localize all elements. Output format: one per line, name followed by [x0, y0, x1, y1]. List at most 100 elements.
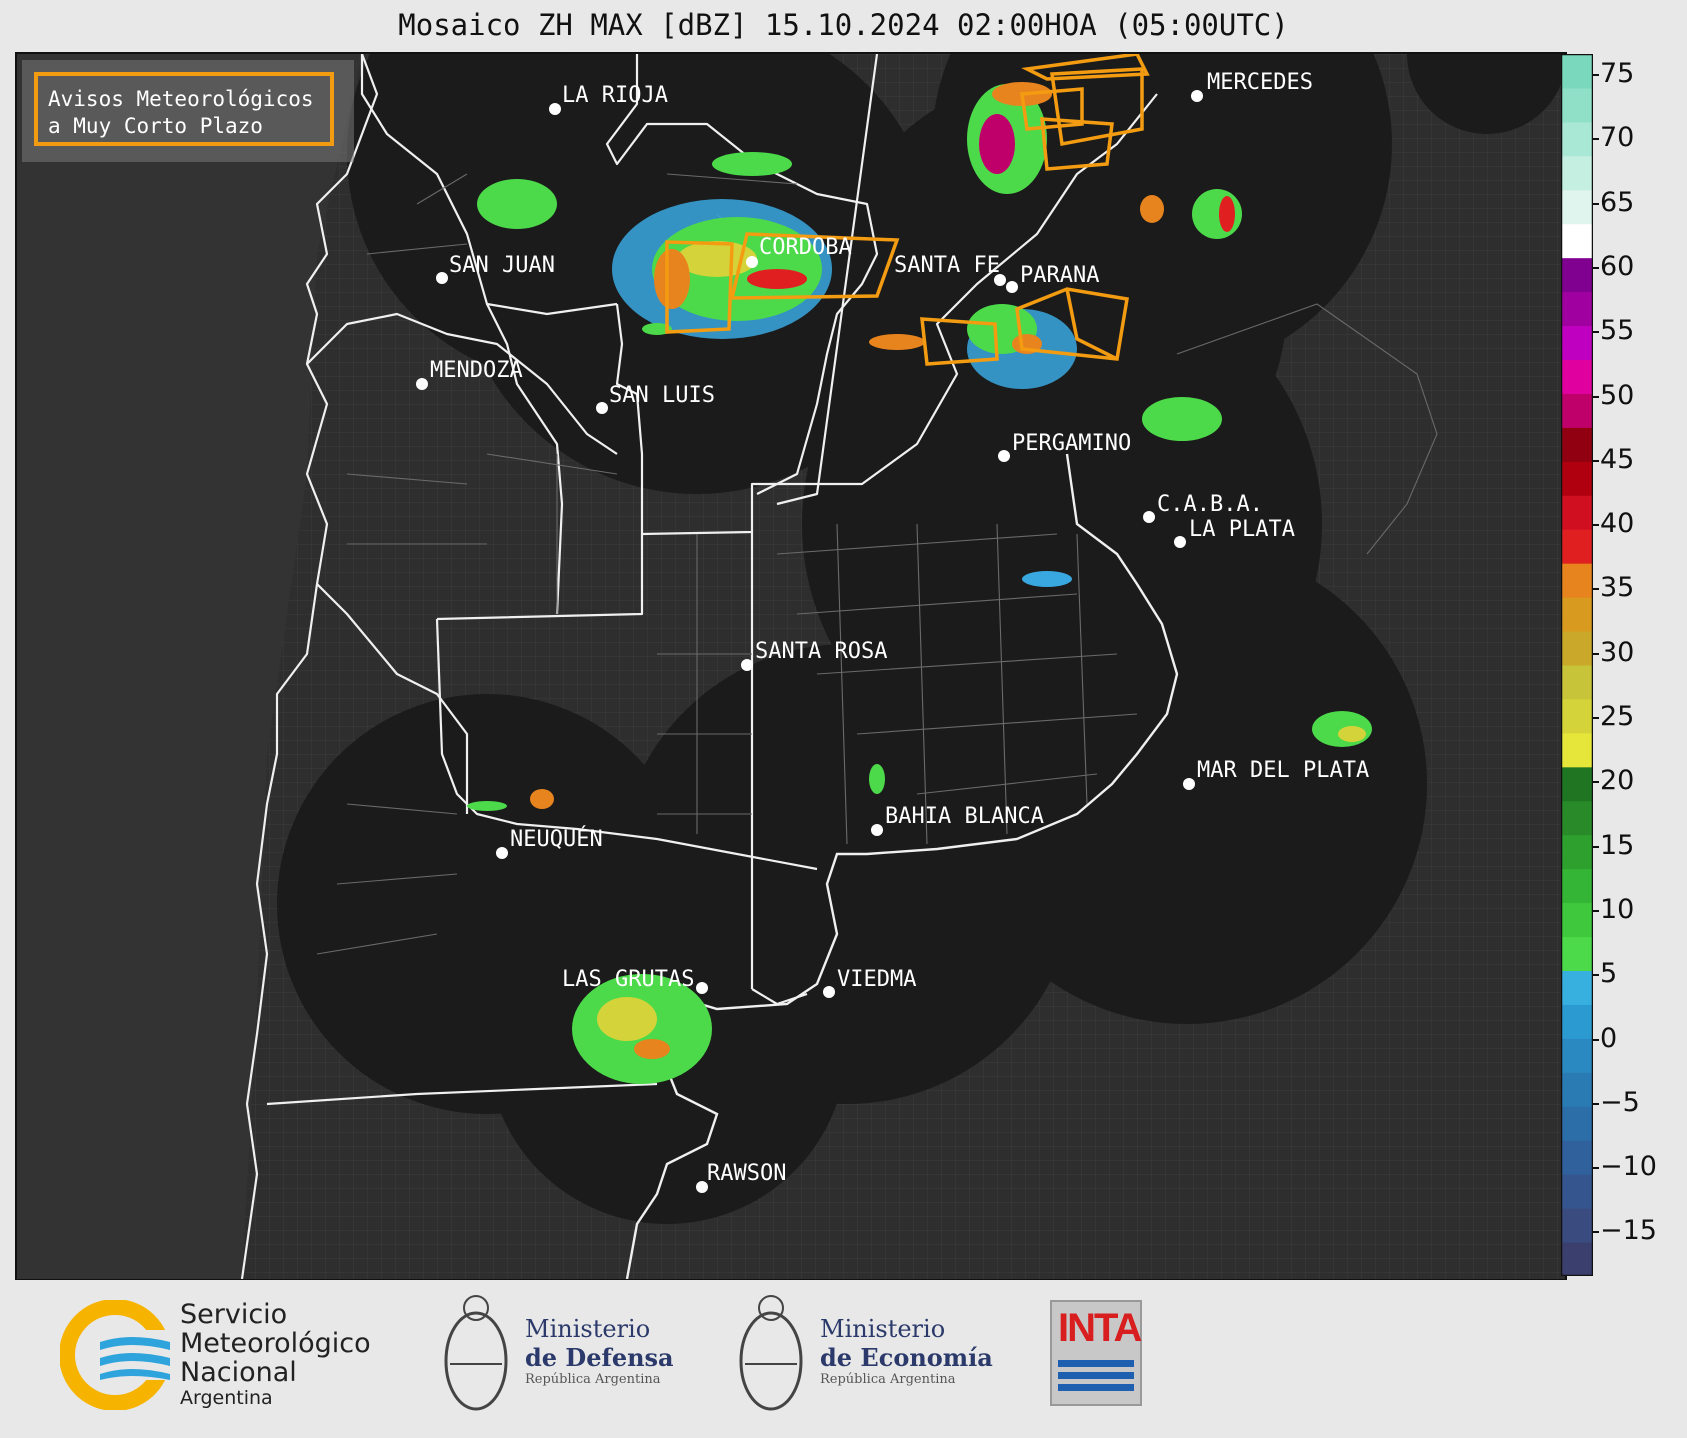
colorbar-band [1561, 223, 1593, 259]
colorbar-tick-mark [1593, 1231, 1599, 1234]
colorbar-tick-mark [1593, 524, 1599, 527]
colorbar-band [1561, 495, 1593, 530]
smn-name-line-4: Argentina [180, 1387, 273, 1409]
smn-logo-icon [60, 1300, 170, 1410]
city-label-mar-del-plata: MAR DEL PLATA [1197, 758, 1369, 783]
colorbar-tick-label: 30 [1600, 636, 1635, 668]
coat-of-arms-icon [739, 1295, 803, 1411]
colorbar-band [1561, 359, 1593, 394]
city-label-las-grutas: LAS GRUTAS [562, 967, 694, 992]
colorbar-tick-mark [1593, 781, 1599, 784]
colorbar-tick-mark [1593, 974, 1599, 977]
legend-line-2: a Muy Corto Plazo [48, 114, 263, 138]
colorbar-band [1561, 1004, 1593, 1039]
city-label-parana: PARANA [1020, 263, 1099, 288]
colorbar-band [1561, 87, 1593, 123]
city-label-san-luis: SAN LUIS [609, 383, 715, 408]
colorbar-tick-mark [1593, 1038, 1599, 1041]
colorbar-band [1561, 1208, 1593, 1243]
colorbar-band [1561, 698, 1593, 734]
colorbar-tick-mark [1593, 652, 1599, 655]
colorbar-band [1561, 665, 1593, 700]
city-label-pergamino: PERGAMINO [1012, 431, 1131, 456]
city-label-neuquen: NEUQUÉN [510, 826, 603, 852]
city-label-mendoza: MENDOZA [430, 358, 523, 383]
colorbar-band [1561, 1174, 1593, 1209]
economia-line-1: Ministerio [820, 1315, 946, 1343]
colorbar-tick-label: 5 [1600, 958, 1618, 990]
colorbar-tick-mark [1593, 1102, 1599, 1105]
colorbar-tick-mark [1593, 395, 1599, 398]
colorbar-band [1561, 766, 1593, 802]
colorbar-tick-label: 65 [1600, 186, 1635, 218]
city-label-santa-rosa: SANTA ROSA [755, 639, 887, 664]
colorbar-band [1561, 1038, 1593, 1073]
colorbar-tick-mark [1593, 459, 1599, 462]
city-label-la-rioja: LA RIOJA [562, 83, 668, 108]
colorbar-band [1561, 902, 1593, 938]
defensa-line-3: República Argentina [525, 1372, 661, 1387]
city-label-viedma: VIEDMA [837, 967, 916, 992]
colorbar-band [1561, 461, 1593, 496]
city-label-rawson: RAWSON [707, 1161, 786, 1186]
colorbar-band [1561, 970, 1593, 1005]
colorbar-band [1561, 529, 1593, 564]
city-label-mercedes: MERCEDES [1207, 70, 1313, 95]
colorbar-tick-label: 35 [1600, 572, 1635, 604]
legend-warning-box: Avisos Meteorológicos a Muy Corto Plazo [34, 72, 334, 146]
colorbar-tick-label: 25 [1600, 701, 1635, 732]
colorbar-band [1561, 1106, 1593, 1141]
colorbar-band [1561, 936, 1593, 971]
colorbar-band [1561, 393, 1593, 428]
economia-line-2: de Economía [820, 1343, 993, 1372]
city-label-bahia-blanca: BAHIA BLANCA [885, 804, 1044, 829]
radar-map[interactable]: LA RIOJA MERCEDES CORDOBA SAN JUAN SANTA… [15, 52, 1567, 1281]
colorbar-band [1561, 1140, 1593, 1175]
colorbar-tick-mark [1593, 74, 1599, 76]
colorbar-tick-label: 50 [1600, 379, 1635, 411]
map-title: Mosaico ZH MAX [dBZ] 15.10.2024 02:00HOA… [398, 8, 1289, 42]
city-label-caba: C.A.B.A. [1157, 492, 1263, 517]
colorbar-band [1561, 291, 1593, 327]
colorbar-band [1561, 257, 1593, 293]
colorbar-tick-label: 45 [1600, 443, 1635, 475]
colorbar-tick-label: 10 [1600, 893, 1635, 925]
colorbar-band [1561, 834, 1593, 870]
smn-name-line-2: Meteorológico [180, 1328, 371, 1359]
colorbar-tick-label: 15 [1600, 829, 1635, 861]
colorbar-band [1561, 732, 1593, 768]
colorbar-tick-mark [1593, 1167, 1599, 1170]
city-label-la-plata: LA PLATA [1189, 517, 1295, 542]
city-label-san-juan: SAN JUAN [449, 253, 555, 278]
colorbar-band [1561, 597, 1593, 632]
colorbar-tick-label: 60 [1600, 250, 1635, 282]
colorbar-tick-label: 20 [1600, 765, 1635, 797]
colorbar-band [1561, 800, 1593, 836]
colorbar-tick-mark [1593, 588, 1599, 591]
city-label-santa-fe: SANTA FE [894, 253, 1000, 278]
colorbar-band [1561, 1242, 1593, 1276]
colorbar-band [1561, 155, 1593, 191]
colorbar-tick-mark [1593, 845, 1599, 848]
dbz-colorbar [1561, 54, 1593, 1276]
colorbar-band [1561, 1072, 1593, 1107]
colorbar-band [1561, 121, 1593, 157]
smn-name-line-1: Servicio [180, 1299, 288, 1330]
colorbar-tick-mark [1593, 266, 1599, 269]
smn-name-line-3: Nacional [180, 1357, 297, 1388]
colorbar-tick-mark [1593, 717, 1599, 719]
coat-of-arms-icon [444, 1295, 508, 1411]
colorbar-tick-mark [1593, 138, 1599, 141]
colorbar-band [1561, 563, 1593, 598]
colorbar-band [1561, 631, 1593, 666]
colorbar-tick-label: −15 [1600, 1215, 1657, 1247]
defensa-line-1: Ministerio [525, 1315, 651, 1343]
colorbar-tick-label: 0 [1600, 1022, 1618, 1054]
economia-line-3: República Argentina [820, 1372, 956, 1387]
colorbar-tick-label: 75 [1600, 58, 1635, 89]
inta-logo: INTA [1050, 1300, 1142, 1406]
colorbar-band [1561, 325, 1593, 360]
colorbar-tick-label: 55 [1600, 315, 1635, 347]
colorbar-band [1561, 427, 1593, 462]
colorbar-band [1561, 868, 1593, 904]
